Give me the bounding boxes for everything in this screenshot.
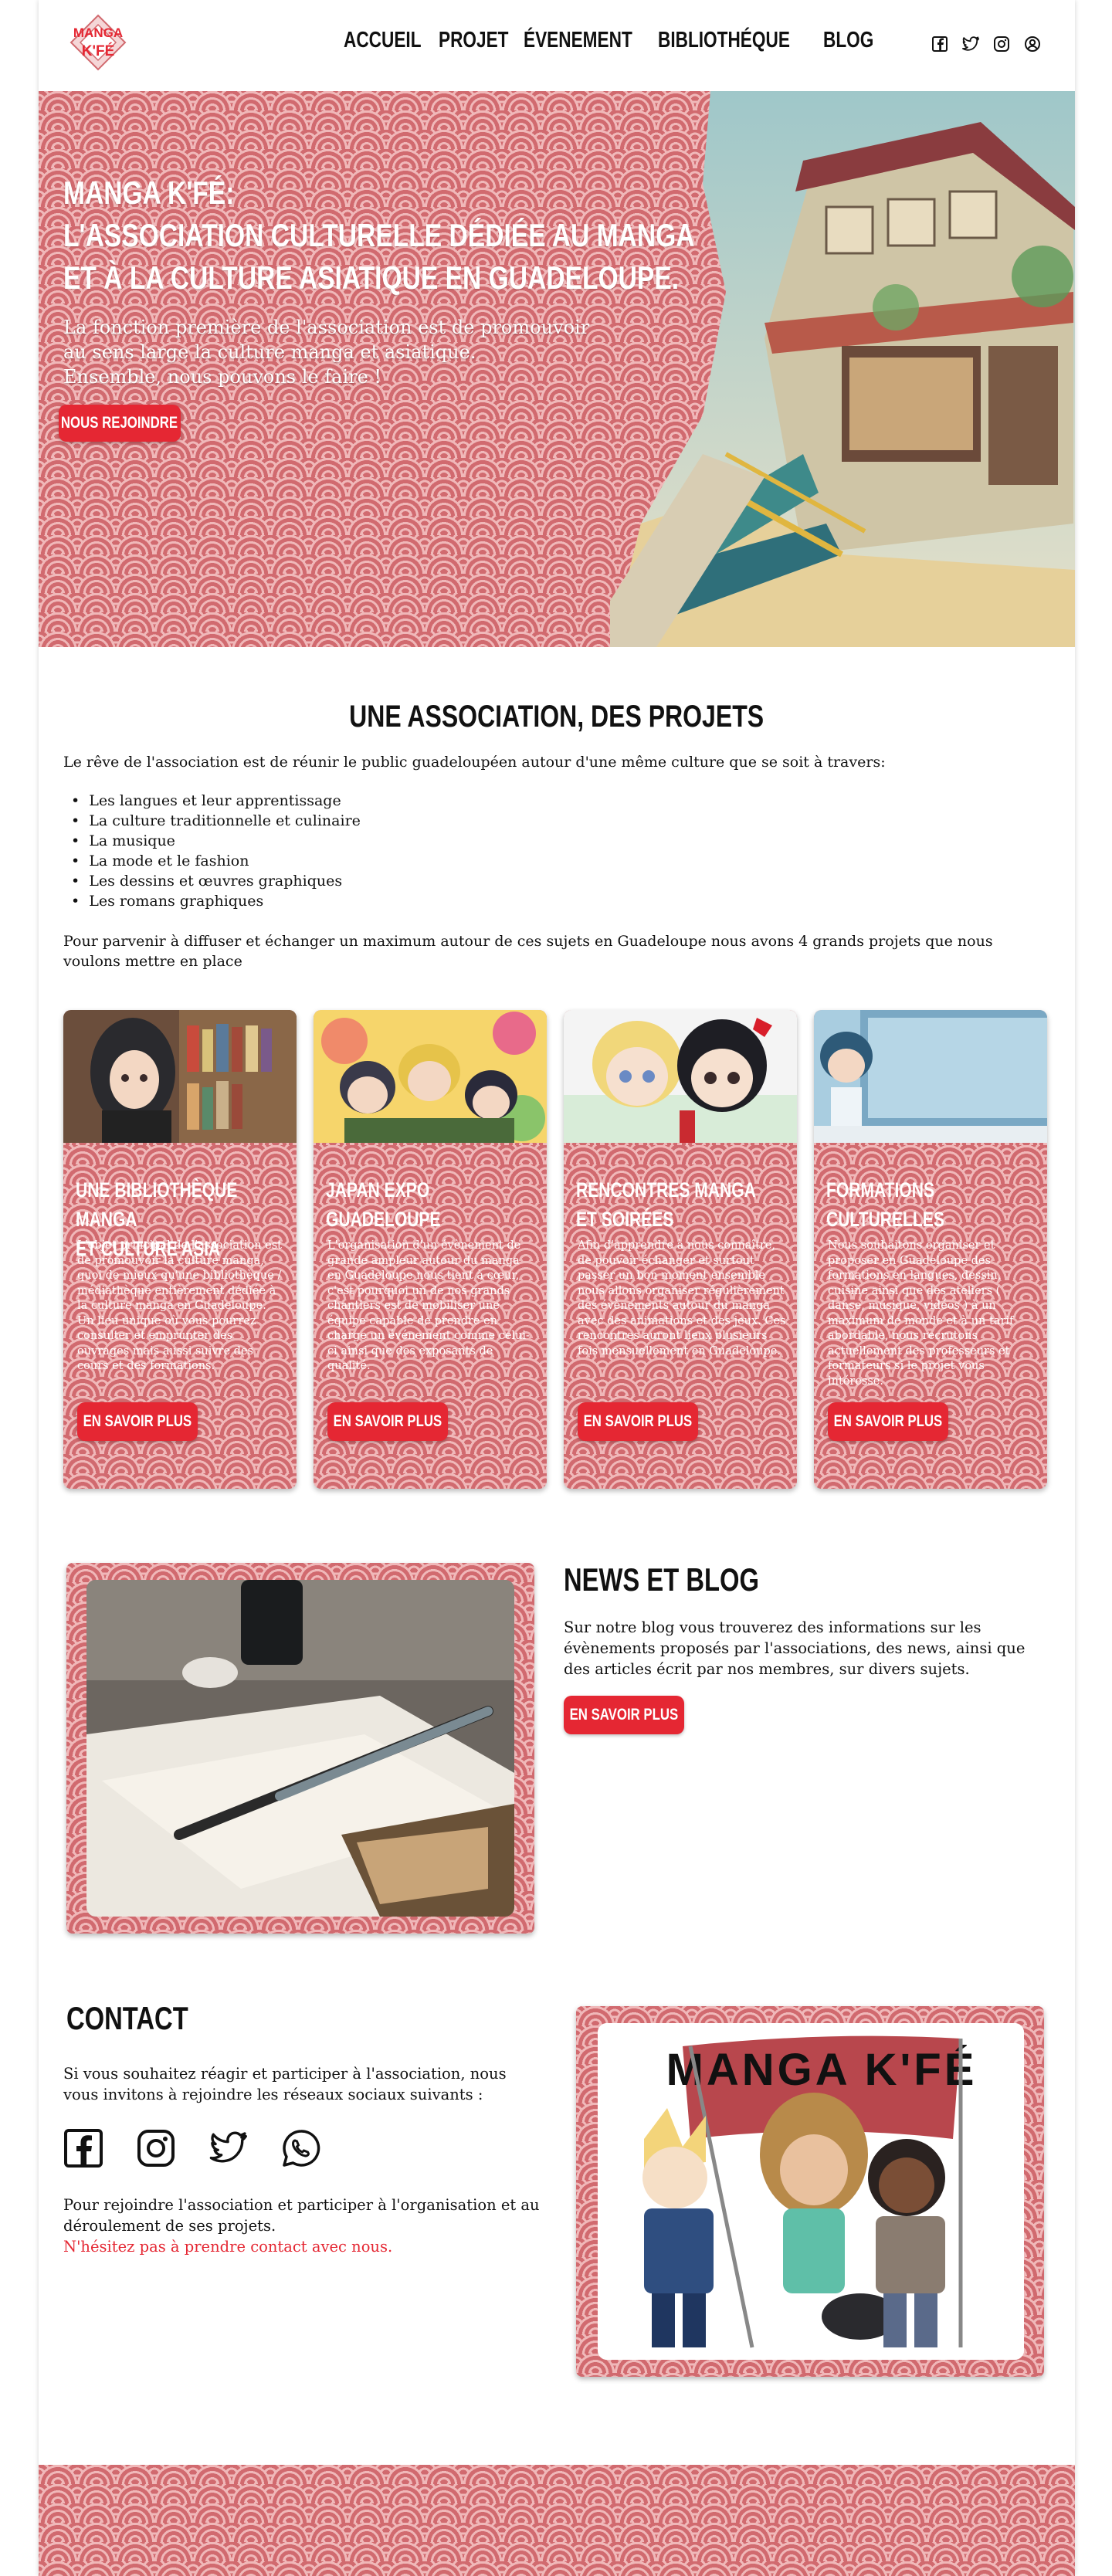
list-item: Les dessins et œuvres graphiques	[71, 871, 361, 891]
hero-title-line1: MANGA K'FÉ:	[63, 175, 235, 211]
projects-title: UNE ASSOCIATION, DES PROJETS	[39, 700, 1075, 734]
projects-outro: Pour parvenir à diffuser et échanger un …	[63, 933, 993, 970]
header-socials	[930, 34, 1042, 54]
hero-text-line2: au sens large la culture manga et asiati…	[63, 341, 476, 363]
card-image-japan-expo	[314, 1010, 547, 1143]
nav-blog[interactable]: BLOG	[823, 28, 873, 53]
nav-bibliotheque[interactable]: BIBLIOTHÉQUE	[658, 28, 790, 53]
hero-title-line3: ET À LA CULTURE ASIATIQUE EN GUADELOUPE.	[63, 259, 680, 296]
list-item: La mode et le fashion	[71, 851, 361, 871]
learn-more-button[interactable]: EN SAVOIR PLUS	[77, 1402, 198, 1441]
learn-more-label: EN SAVOIR PLUS	[583, 1412, 693, 1430]
hero-text-line3: Ensemble, nous pouvons le faire !	[63, 366, 382, 388]
list-item: La culture traditionnelle et culinaire	[71, 811, 361, 831]
contact-text: Si vous souhaitez réagir et participer à…	[63, 2065, 507, 2103]
learn-more-label: EN SAVOIR PLUS	[83, 1412, 192, 1430]
contact-image-frame: MANGA K'FÉ	[576, 2006, 1044, 2377]
news-learn-more-label: EN SAVOIR PLUS	[569, 1706, 679, 1724]
list-item: Les romans graphiques	[71, 891, 361, 911]
card-text: L'organisation d'un évènement de grande …	[327, 1239, 530, 1372]
facebook-icon[interactable]	[930, 34, 950, 54]
topics-list: Les langues et leur apprentissage La cul…	[71, 791, 361, 911]
learn-more-button[interactable]: EN SAVOIR PLUS	[327, 1402, 448, 1441]
news-image	[86, 1580, 514, 1917]
card-title-line1: FORMATIONS CULTURELLES	[826, 1178, 944, 1231]
list-item: La musique	[71, 831, 361, 851]
hero-title: MANGA K'FÉ: L'ASSOCIATION CULTURELLE DÉD…	[63, 171, 695, 299]
card-text: Nous souhaitons organiser et proposer en…	[828, 1239, 1014, 1388]
twitter-icon[interactable]	[961, 34, 981, 54]
card-image-formations	[814, 1010, 1047, 1143]
card-title: JAPAN EXPO GUADELOUPE	[326, 1175, 537, 1234]
learn-more-label: EN SAVOIR PLUS	[333, 1412, 442, 1430]
project-card-formations: FORMATIONS CULTURELLES Nous souhaitons o…	[814, 1010, 1047, 1489]
card-text: L'objet principal de l'association est d…	[77, 1239, 283, 1372]
card-title: FORMATIONS CULTURELLES	[826, 1175, 1037, 1234]
hero-text: La fonction première de l'association es…	[63, 315, 604, 389]
contact-socials	[63, 2128, 321, 2168]
contact-text2: Pour rejoindre l'association et particip…	[63, 2195, 542, 2257]
join-button-label: NOUS REJOINDRE	[61, 414, 178, 432]
news-image-frame	[66, 1563, 534, 1934]
learn-more-button[interactable]: EN SAVOIR PLUS	[578, 1402, 698, 1441]
contact-link[interactable]: N'hésitez pas à prendre contact avec nou…	[63, 2238, 392, 2256]
projects-intro: Le rêve de l'association est de réunir l…	[63, 754, 886, 771]
instagram-icon[interactable]	[136, 2128, 176, 2168]
contact-banner-text: MANGA K'FÉ	[666, 2045, 978, 2095]
card-title-line1: JAPAN EXPO GUADELOUPE	[326, 1178, 441, 1231]
main-nav: ACCUEIL PROJET ÉVENEMENT BIBLIOTHÉQUE BL…	[344, 28, 873, 53]
projects-title-text: UNE ASSOCIATION, DES PROJETS	[349, 700, 764, 734]
card-image-rencontres	[564, 1010, 797, 1143]
contact-illustration: MANGA K'FÉ	[598, 2023, 1024, 2360]
contact-title-text: CONTACT	[66, 2000, 188, 2036]
news-title: NEWS ET BLOG	[564, 1561, 814, 1598]
nav-evenement[interactable]: ÉVENEMENT	[524, 28, 632, 53]
card-title-line1: UNE BIBLIOTHÈQUE MANGA	[76, 1178, 238, 1231]
twitter-icon[interactable]	[208, 2128, 249, 2168]
project-card-bibliotheque: UNE BIBLIOTHÈQUE MANGA ET CULTURE ASIA L'…	[63, 1010, 297, 1489]
hero-section: MANGA K'FÉ: L'ASSOCIATION CULTURELLE DÉD…	[39, 91, 1075, 647]
account-icon[interactable]	[1022, 34, 1042, 54]
logo[interactable]: MANGA K'FÉ	[66, 11, 130, 74]
whatsapp-icon[interactable]	[281, 2128, 321, 2168]
card-title-line2: ET SOIRÉES	[576, 1208, 674, 1231]
news-title-text: NEWS ET BLOG	[564, 1561, 759, 1598]
instagram-icon[interactable]	[992, 34, 1012, 54]
project-card-japan-expo: JAPAN EXPO GUADELOUPE L'organisation d'u…	[314, 1010, 547, 1489]
join-button[interactable]: NOUS REJOINDRE	[59, 405, 181, 442]
news-learn-more-button[interactable]: EN SAVOIR PLUS	[564, 1696, 684, 1734]
project-card-rencontres: RENCONTRES MANGA ET SOIRÉES Afin d'appren…	[564, 1010, 797, 1489]
card-title: RENCONTRES MANGA ET SOIRÉES	[576, 1175, 787, 1234]
contact-join-text: Pour rejoindre l'association et particip…	[63, 2196, 540, 2235]
project-cards: UNE BIBLIOTHÈQUE MANGA ET CULTURE ASIA L'…	[63, 1010, 1049, 1489]
card-title-line1: RENCONTRES MANGA	[576, 1178, 756, 1202]
list-item: Les langues et leur apprentissage	[71, 791, 361, 811]
card-image-bibliotheque	[63, 1010, 297, 1143]
news-text: Sur notre blog vous trouverez des inform…	[564, 1618, 1026, 1678]
contact-title: CONTACT	[66, 2000, 222, 2037]
nav-accueil[interactable]: ACCUEIL	[344, 28, 422, 53]
header: MANGA K'FÉ ACCUEIL PROJET ÉVENEMENT BIBL…	[39, 0, 1075, 91]
hero-title-line2: L'ASSOCIATION CULTURELLE DÉDIÉE AU MANGA	[63, 217, 695, 253]
learn-more-label: EN SAVOIR PLUS	[833, 1412, 943, 1430]
logo-line2: K'FÉ	[82, 42, 115, 59]
logo-line1: MANGA	[73, 25, 123, 40]
nav-projet[interactable]: PROJET	[439, 28, 509, 53]
hero-text-line1: La fonction première de l'association es…	[63, 317, 590, 338]
learn-more-button[interactable]: EN SAVOIR PLUS	[828, 1402, 948, 1441]
facebook-icon[interactable]	[63, 2128, 103, 2168]
footer	[39, 2465, 1075, 2576]
card-text: Afin d'apprendre à nous connaître, de po…	[578, 1239, 786, 1357]
page: MANGA K'FÉ ACCUEIL PROJET ÉVENEMENT BIBL…	[39, 0, 1075, 2576]
